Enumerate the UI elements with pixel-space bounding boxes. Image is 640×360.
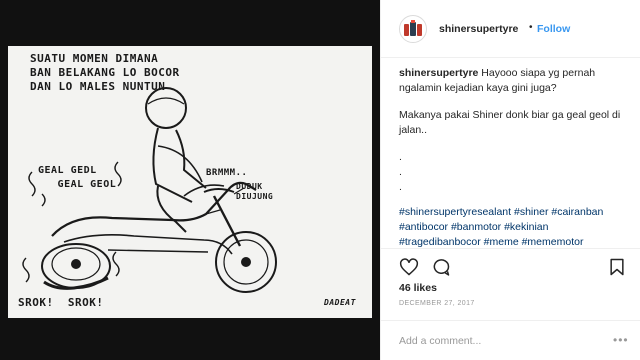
hashtag-link[interactable]: #shiner [514, 206, 548, 218]
caption-paragraph-2: Makanya pakai Shiner donk biar ga geal g… [399, 109, 621, 136]
follow-button[interactable]: Follow [537, 23, 570, 35]
comic-caption: SUATU MOMEN DIMANA BAN BELAKANG LO BOCOR… [30, 52, 180, 93]
comic-geal-geol: GEAL GEDL GEAL GEOL [38, 165, 117, 190]
hashtag-list: #shinersupertyresealant #shiner #cairanb… [399, 205, 625, 250]
heart-icon[interactable] [399, 257, 419, 277]
caption-dot: . [399, 166, 402, 178]
bookmark-icon[interactable] [607, 257, 627, 277]
hashtag-link[interactable]: #meme [484, 236, 519, 248]
post-side-panel: shinersupertyre • Follow shinersupertyre… [380, 0, 640, 360]
comment-icon[interactable] [431, 257, 451, 277]
caption-username[interactable]: shinersupertyre [399, 67, 478, 79]
hashtag-link[interactable]: #mememotor [522, 236, 584, 248]
post-date[interactable]: DECEMBER 27, 2017 [399, 300, 475, 307]
hashtag-link[interactable]: #tragedibanbocor [399, 236, 481, 248]
caption-dot: . [399, 181, 402, 193]
post-image[interactable]: SUATU MOMEN DIMANA BAN BELAKANG LO BOCOR… [8, 46, 372, 318]
caption-block: shinersupertyre Hayooo siapa yg pernah n… [399, 66, 625, 250]
post-header: shinersupertyre • Follow [381, 0, 640, 58]
media-pane: SUATU MOMEN DIMANA BAN BELAKANG LO BOCOR… [0, 0, 380, 360]
more-options-icon[interactable]: ••• [613, 333, 629, 347]
comic-duduk-diujung: DUDUK DIUJUNG [236, 182, 274, 201]
caption-paragraph-1: shinersupertyre Hayooo siapa yg pernah n… [399, 66, 625, 96]
comic-srok: SROK! SROK! [18, 296, 104, 309]
comic-brmm: BRMMM.. [206, 168, 248, 178]
hashtag-link[interactable]: #cairanban [551, 206, 603, 218]
avatar[interactable] [399, 15, 427, 43]
header-username[interactable]: shinersupertyre [439, 23, 518, 35]
like-count[interactable]: 46 likes [399, 282, 437, 294]
comment-input[interactable] [399, 333, 599, 349]
bottles-logo-icon [404, 20, 422, 36]
caption-dot: . [399, 151, 402, 163]
hashtag-link[interactable]: #shinersupertyresealant [399, 206, 511, 218]
comic-signature: DADEAT [324, 298, 356, 307]
add-comment-bar: ••• [381, 320, 640, 360]
action-bar [381, 248, 640, 282]
header-separator: • [529, 22, 533, 33]
hashtag-link[interactable]: #kekinian [504, 221, 548, 233]
instagram-post-modal: SUATU MOMEN DIMANA BAN BELAKANG LO BOCOR… [0, 0, 640, 360]
hashtag-link[interactable]: #banmotor [451, 221, 501, 233]
hashtag-link[interactable]: #antibocor [399, 221, 448, 233]
